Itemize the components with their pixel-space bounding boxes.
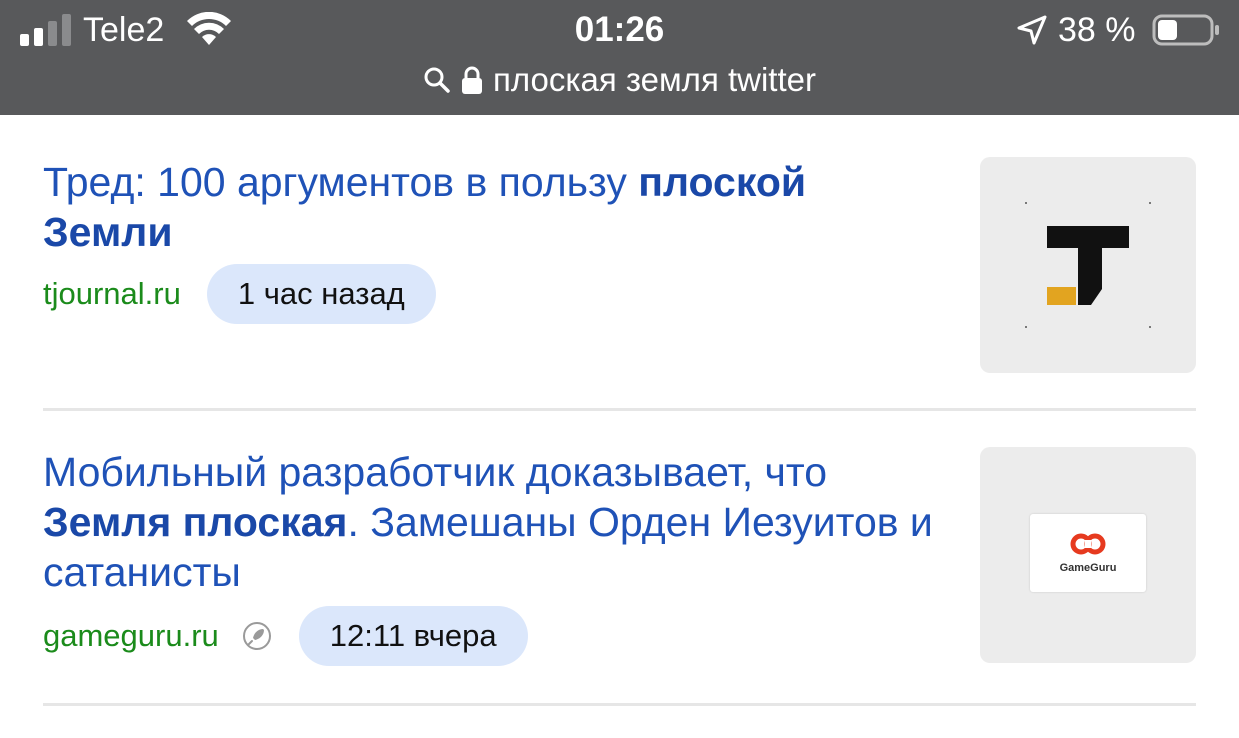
result-source-link[interactable]: tjournal.ru: [43, 276, 181, 312]
gameguru-logo-text: GameGuru: [1059, 562, 1117, 574]
battery-percent: 38 %: [1058, 11, 1136, 49]
divider: [43, 703, 1196, 706]
search-icon: [424, 67, 450, 93]
lock-icon: [461, 66, 482, 94]
time-badge: 1 час назад: [206, 264, 436, 324]
title-text: Тред: 100 аргументов в пользу: [43, 159, 639, 205]
result-meta: tjournal.ru 1 час назад: [43, 264, 436, 324]
tjournal-logo: [1025, 202, 1151, 328]
status-bar: Tele2 01:26 38 % плоская земля twitter: [0, 0, 1239, 115]
time-badge: 12:11 вчера: [298, 606, 528, 666]
location-arrow-icon: [1017, 15, 1047, 45]
clock: 01:26: [574, 10, 665, 49]
result-title-link[interactable]: Тред: 100 аргументов в пользу плоской Зе…: [43, 157, 943, 257]
battery-icon: [1152, 14, 1219, 46]
search-result: Тред: 100 аргументов в пользу плоской Зе…: [43, 157, 1196, 410]
result-title-link[interactable]: Мобильный разработчик доказывает, что Зе…: [43, 447, 943, 597]
title-text: Мобильный разработчик доказывает, что: [43, 449, 828, 495]
address-query: плоская земля twitter: [492, 61, 816, 98]
title-highlight: Земля плоская: [43, 499, 348, 545]
result-source-link[interactable]: gameguru.ru: [43, 618, 219, 654]
result-thumbnail[interactable]: GameGuru: [980, 447, 1196, 663]
gameguru-logo: GameGuru: [1030, 514, 1146, 592]
result-meta: gameguru.ru 12:11 вчера: [43, 606, 528, 666]
search-result: Мобильный разработчик доказывает, что Зе…: [43, 447, 1196, 705]
address-bar[interactable]: плоская земля twitter: [0, 58, 1239, 102]
rocket-icon: [242, 622, 271, 650]
gameguru-swirl-icon: [1070, 533, 1106, 555]
divider: [43, 408, 1196, 411]
result-thumbnail[interactable]: [980, 157, 1196, 373]
